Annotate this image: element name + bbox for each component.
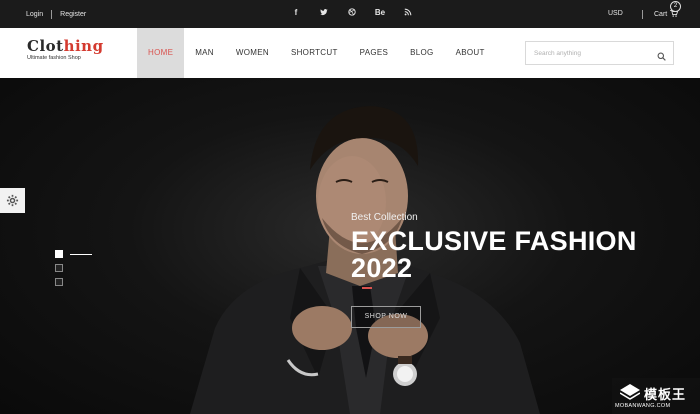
divider bbox=[51, 10, 53, 19]
top-bar: Login Register f Be USD Cart 2 bbox=[0, 0, 700, 28]
brand-name-main: Clot bbox=[27, 37, 64, 55]
nav-item-man[interactable]: MAN bbox=[184, 28, 225, 78]
search-box bbox=[525, 41, 674, 65]
nav-item-pages[interactable]: PAGES bbox=[349, 28, 399, 78]
gear-icon bbox=[6, 194, 19, 207]
hero-kicker: Best Collection bbox=[351, 212, 418, 223]
brand-logo[interactable]: Clothing Ultimate fashion Shop bbox=[27, 38, 104, 61]
rss-icon[interactable] bbox=[402, 8, 414, 18]
nav-item-home[interactable]: HOME bbox=[137, 28, 185, 78]
login-link[interactable]: Login bbox=[26, 11, 43, 18]
slide-dot-1[interactable] bbox=[55, 250, 63, 258]
main-header: Clothing Ultimate fashion Shop HOME MAN … bbox=[0, 28, 700, 78]
settings-toggle[interactable] bbox=[0, 188, 25, 213]
slide-dot-2[interactable] bbox=[55, 264, 63, 272]
behance-icon[interactable]: Be bbox=[374, 8, 386, 18]
search-icon[interactable] bbox=[657, 48, 667, 61]
dribbble-icon[interactable] bbox=[346, 8, 358, 18]
currency-selector[interactable]: USD bbox=[608, 10, 623, 17]
accent-line bbox=[362, 287, 372, 289]
cart-count-badge: 2 bbox=[670, 1, 681, 12]
search-input[interactable] bbox=[534, 42, 654, 64]
facebook-icon[interactable]: f bbox=[290, 8, 302, 18]
divider bbox=[642, 10, 643, 19]
twitter-icon[interactable] bbox=[318, 8, 330, 18]
nav-item-shortcut[interactable]: SHORTCUT bbox=[280, 28, 349, 78]
hero-headline: EXCLUSIVE FASHION 2022 bbox=[351, 226, 637, 283]
nav-item-about[interactable]: ABOUT bbox=[445, 28, 496, 78]
shop-now-button[interactable]: SHOP NOW bbox=[351, 306, 421, 328]
active-slide-indicator bbox=[70, 254, 92, 255]
auth-links: Login Register bbox=[26, 10, 86, 19]
main-nav: HOME MAN WOMEN SHORTCUT PAGES BLOG ABOUT bbox=[137, 28, 496, 78]
watermark-logo-icon bbox=[620, 384, 640, 400]
site-watermark: 模板王 MOBANWANG.COM bbox=[612, 378, 700, 414]
social-links: f Be bbox=[290, 8, 414, 18]
hero-slider: Best Collection EXCLUSIVE FASHION 2022 S… bbox=[0, 78, 700, 414]
brand-name: Clothing bbox=[27, 38, 104, 54]
brand-name-accent: hing bbox=[63, 37, 104, 55]
nav-item-blog[interactable]: BLOG bbox=[399, 28, 444, 78]
nav-item-women[interactable]: WOMEN bbox=[225, 28, 280, 78]
register-link[interactable]: Register bbox=[60, 11, 86, 18]
watermark-title: 模板王 bbox=[644, 387, 687, 402]
watermark-site: MOBANWANG.COM bbox=[615, 403, 671, 409]
brand-tagline: Ultimate fashion Shop bbox=[27, 55, 81, 61]
cart-label: Cart bbox=[654, 11, 668, 18]
slide-dot-3[interactable] bbox=[55, 278, 63, 286]
